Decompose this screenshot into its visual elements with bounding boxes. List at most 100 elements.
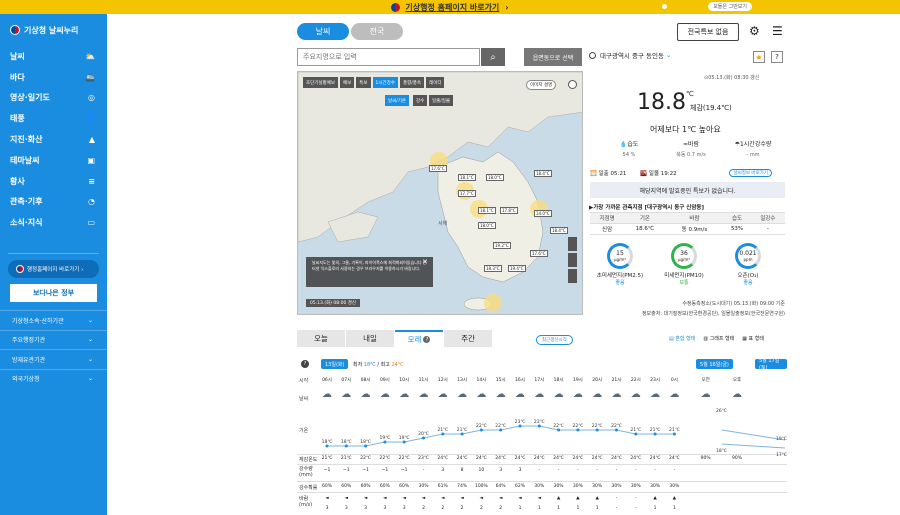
pop-cell: 62% [514, 484, 525, 489]
feels-cell: 24℃ [514, 456, 526, 461]
wind-dir-icon: - [634, 496, 637, 501]
map-tool[interactable]: 레이더 [426, 77, 445, 88]
map-tool[interactable]: 날씨/기온 [385, 95, 410, 106]
sidebar-item-theme[interactable]: 테마날씨 ▣ [0, 150, 107, 171]
warning-button[interactable]: 전국특보 없음 [677, 23, 739, 41]
close-icon[interactable]: ✕ [422, 259, 428, 266]
top-banner[interactable]: 기상행정 홈페이지 바로가기 › 모들은 그만보기 [0, 0, 900, 14]
temp-compare: 어제보다 1℃ 높아요 [650, 125, 721, 134]
gov-homepage-button[interactable]: 행정홈페이지 바로가기 › [8, 260, 99, 279]
region-select-button[interactable]: 읍면동으로 선택 [524, 48, 582, 66]
volcano-icon: ▲ [88, 135, 95, 145]
mixed-view-button[interactable]: ▤ 혼합 형태 [669, 335, 695, 342]
sidebar-item-weather[interactable]: 날씨 ⛅ [0, 46, 107, 67]
graph-view-button[interactable]: ▥ 그래프 형태 [703, 335, 734, 342]
feels-cell: 22℃ [398, 456, 410, 461]
pm25-gauge[interactable]: 15 μg/m³ 초미세먼지(PM2.5) 좋음 [590, 243, 650, 286]
help-icon[interactable]: ? [771, 51, 783, 63]
tab-tomorrow[interactable]: 내일 [346, 330, 394, 347]
hour-label: 09시 [379, 378, 390, 383]
dismiss-button[interactable]: 모들은 그만보기 [708, 2, 752, 11]
pm10-gauge[interactable]: 36 μg/m³ 미세먼지(PM10) 보통 [654, 243, 714, 286]
zoom-in-button[interactable] [568, 237, 577, 251]
temp-label: 17.6°C [429, 165, 447, 172]
tab-today[interactable]: 오늘 [297, 330, 345, 347]
table-view-button[interactable]: ▦ 표 형태 [742, 335, 764, 342]
pop-cell: 60% [360, 484, 371, 489]
map-tool[interactable]: 일출/일몰 [429, 95, 454, 106]
hour-label: 12시 [437, 378, 448, 383]
sidebar-item-imagery[interactable]: 영상·일기도 ◎ [0, 88, 107, 109]
help-icon[interactable]: ? [301, 360, 309, 368]
map-tool[interactable]: 초단기실황예보 [303, 77, 338, 88]
feels-cell: 90% [731, 456, 742, 461]
temp-label: 19.2°C [493, 242, 511, 249]
sidebar-item-typhoon[interactable]: 태풍 🌀 [0, 108, 107, 129]
cloud-rain-icon: ☁ [476, 389, 487, 400]
tab-day-after[interactable]: 모레? [395, 330, 443, 347]
wind-cell: 2 [460, 506, 464, 511]
temp-value: 19℃ [776, 436, 787, 442]
latest-update-button[interactable]: 최근갱신시각 [536, 335, 573, 345]
map-tool[interactable]: 특보 [356, 77, 371, 88]
weather-link-button[interactable]: 날씨정보 바로가기 [729, 169, 772, 177]
sidebar-item-climate[interactable]: 관측·기후 ◔ [0, 192, 107, 213]
weather-map[interactable]: 17.6°C 18.4°C 18.1°C 18.0°C 17.7°C 18.1°… [297, 71, 583, 315]
ozone-gauge[interactable]: 0.021 ppm 오존(O₃) 좋음 [718, 243, 778, 286]
map-guide-button[interactable]: 이미지 설명 [526, 80, 557, 90]
temp-value: 18℃ [322, 439, 333, 445]
row-label: 강수확률 [299, 485, 318, 491]
toggle-dot[interactable] [662, 4, 667, 9]
row-label: 시각 [299, 378, 309, 384]
subnav-item[interactable]: 방재유관기관 ⌄ [0, 349, 107, 369]
subnav-item[interactable]: 외국기상청 ⌄ [0, 368, 107, 389]
sidebar-item-dust[interactable]: 황사 ≡ [0, 171, 107, 192]
station-marker[interactable] [484, 294, 502, 312]
temp-label: 18.0°C [478, 222, 496, 229]
subnav-item[interactable]: 주요행정기관 ⌄ [0, 329, 107, 350]
menu-icon[interactable]: ☰ [772, 24, 783, 38]
chevron-right-icon: › [505, 2, 509, 12]
gear-icon[interactable]: ⚙ [749, 24, 760, 38]
subnav-item[interactable]: 기상청소속·산하기관 ⌄ [0, 310, 107, 330]
map-timestamp: 05.13.(화) 08:00 경신 [306, 299, 361, 307]
sidebar-item-earthquake[interactable]: 지진·화산 ▲ [0, 129, 107, 150]
cloud-rain-icon: ☁ [322, 389, 332, 400]
wind-dir-icon: ▲ [672, 496, 677, 501]
hour-label: 16시 [515, 378, 525, 383]
map-tool[interactable]: 1시간강수 [372, 77, 398, 88]
temp-value: 23℃ [534, 419, 545, 425]
feels-cell: 24℃ [649, 456, 661, 461]
tab-weekly[interactable]: 주간 [444, 330, 492, 347]
pop-cell: 30% [572, 484, 583, 489]
zoom-out-button[interactable] [568, 253, 577, 267]
sidebar-item-sea[interactable]: 바다 🚢 [0, 67, 107, 88]
map-tool[interactable]: 강수 [413, 95, 428, 106]
search-input[interactable] [297, 48, 480, 66]
tab-weather[interactable]: 날씨 [297, 23, 349, 40]
temp-label: 18.4°C [534, 170, 552, 177]
feels-cell: 24℃ [476, 456, 487, 461]
location-selector[interactable]: 대구광역시 중구 동인동 ⌄ [589, 50, 671, 60]
tab-national[interactable]: 전국 [351, 23, 403, 40]
fullscreen-icon[interactable] [568, 80, 577, 89]
rain-cell: ~1 [323, 468, 331, 473]
sidebar-item-news[interactable]: 소식·지식 ▭ [0, 212, 107, 233]
search-button[interactable]: ⌕ [481, 48, 505, 66]
temp-value: 21℃ [669, 427, 680, 433]
map-tool[interactable]: 예보 [339, 77, 355, 88]
map-tool[interactable]: 풍향/풍속 [399, 77, 425, 88]
temp-label: 17.8°C [500, 207, 518, 214]
hour-label: 13시 [457, 378, 468, 383]
banner-title[interactable]: 기상행정 홈페이지 바로가기 [405, 2, 499, 13]
layer-button[interactable] [568, 269, 577, 283]
temp-value: 21℃ [437, 427, 448, 433]
row-label: 강수량(mm) [299, 466, 313, 478]
pop-cell: 30% [650, 484, 661, 489]
rain-cell: - [577, 468, 579, 473]
site-logo[interactable]: 기상청 날씨누리 [0, 14, 107, 46]
gov-banner[interactable]: 보다나은 정부 [10, 284, 97, 303]
wind-cell: 1 [576, 506, 580, 511]
favorite-star-icon[interactable]: ★ [753, 51, 765, 63]
pop-cell: 30% [669, 484, 680, 489]
